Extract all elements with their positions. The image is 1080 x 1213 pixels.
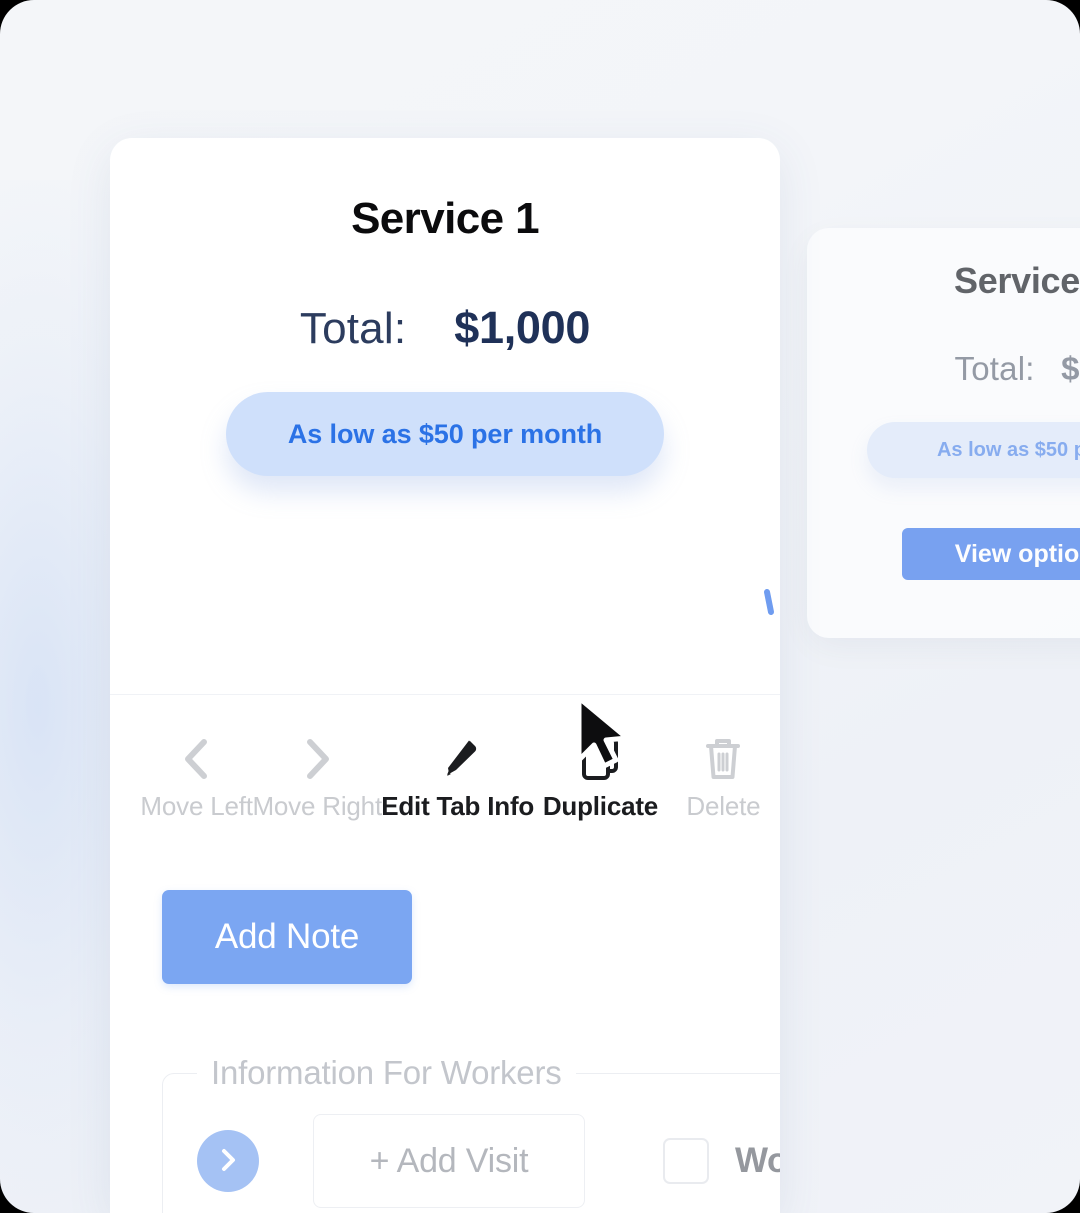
finance-pill-button[interactable]: As low as $50 per month bbox=[226, 392, 664, 476]
move-right-label: Move Right bbox=[252, 791, 382, 821]
move-left-label: Move Left bbox=[140, 791, 253, 821]
service-card-primary[interactable]: Service 1 Total: $1,000 As low as $50 pe… bbox=[110, 138, 780, 1213]
pencil-icon bbox=[436, 733, 480, 785]
service-title: Service 1 bbox=[351, 194, 539, 243]
work-completed-label: Work completed bbox=[735, 1141, 780, 1180]
chevron-right-icon bbox=[217, 1147, 239, 1176]
secondary-finance-pill-label: As low as $50 pe bbox=[936, 438, 1080, 461]
move-left-button[interactable]: Move Left bbox=[140, 733, 253, 822]
total-value: $1,000 bbox=[454, 302, 591, 353]
service-card-secondary[interactable]: Service Total: $ As low as $50 pe View o… bbox=[807, 228, 1080, 638]
view-options-button[interactable]: View optio bbox=[902, 528, 1080, 580]
information-for-workers-legend: Information For Workers bbox=[211, 1054, 562, 1091]
information-for-workers-section: Information For Workers + Add Visit Work… bbox=[162, 1054, 780, 1213]
edit-tab-info-label: Edit Tab Info bbox=[381, 791, 535, 821]
move-right-button[interactable]: Move Right bbox=[252, 733, 382, 822]
chevron-left-icon bbox=[177, 733, 217, 785]
click-burst-icon bbox=[764, 589, 774, 615]
expand-visits-button[interactable] bbox=[197, 1130, 259, 1192]
secondary-total-value: $ bbox=[1061, 350, 1080, 387]
tab-toolbar: Move Left Move Right Edit Tab Info Dupli… bbox=[110, 695, 780, 822]
copy-icon bbox=[577, 733, 623, 785]
finance-pill-label: As low as $50 per month bbox=[287, 418, 603, 449]
duplicate-label: Duplicate bbox=[542, 791, 659, 821]
duplicate-button[interactable]: Duplicate bbox=[534, 733, 667, 822]
finance-pill-wrapper: As low as $50 per month bbox=[110, 392, 780, 476]
delete-button[interactable]: Delete bbox=[667, 733, 780, 822]
app-viewport: Service Total: $ As low as $50 pe View o… bbox=[0, 0, 1080, 1213]
work-completed-checkbox[interactable] bbox=[663, 1138, 709, 1184]
service-summary-panel: Service 1 Total: $1,000 As low as $50 pe… bbox=[110, 194, 780, 769]
total-label: Total: bbox=[299, 304, 407, 353]
work-completed-control[interactable]: Work completed bbox=[663, 1138, 780, 1184]
view-options-label: View optio bbox=[954, 539, 1080, 568]
add-visit-button[interactable]: + Add Visit bbox=[313, 1114, 585, 1208]
workers-controls-row: + Add Visit Work completed bbox=[163, 1100, 780, 1208]
secondary-total-label: Total: bbox=[954, 350, 1035, 387]
add-note-button[interactable]: Add Note bbox=[162, 890, 412, 984]
total-row: Total: $1,000 bbox=[110, 302, 780, 354]
chevron-right-icon bbox=[297, 733, 337, 785]
add-note-wrapper: Add Note bbox=[110, 822, 780, 984]
secondary-service-title: Service bbox=[953, 260, 1080, 301]
secondary-total-row: Total: $ bbox=[807, 350, 1080, 388]
delete-label: Delete bbox=[686, 791, 761, 821]
edit-tab-info-button[interactable]: Edit Tab Info bbox=[381, 733, 534, 822]
trash-icon bbox=[702, 733, 744, 785]
secondary-finance-pill[interactable]: As low as $50 pe bbox=[867, 422, 1080, 478]
